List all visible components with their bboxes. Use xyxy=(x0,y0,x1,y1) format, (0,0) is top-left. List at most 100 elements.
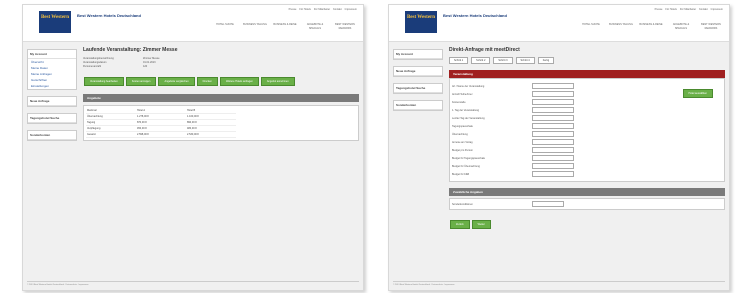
form-label: Budget für Übernachtung xyxy=(452,164,480,168)
top-nav-link[interactable]: Impressum xyxy=(711,8,723,11)
sidebar-box-title[interactable]: Neue Anfrage xyxy=(394,67,442,76)
page-title: Laufende Veranstaltung: Zimmer Messe xyxy=(83,47,178,53)
sidebar-box-title[interactable]: Sonderkonten xyxy=(394,101,442,110)
action-button[interactable]: Kosten anzeigen xyxy=(125,77,157,86)
sidebar-box-title[interactable]: My Account xyxy=(394,50,442,59)
form-row: 1. Tag der Veranstaltung xyxy=(452,107,722,113)
sidebar-box: Tagungshotel Suche xyxy=(27,113,77,124)
sidebar-box: My Account xyxy=(393,49,443,60)
form-input[interactable] xyxy=(532,155,574,161)
select-dropdown[interactable] xyxy=(532,201,564,207)
main-nav-item[interactable]: BEST WESTERN REWARDS xyxy=(333,23,357,31)
sidebar-box-title[interactable]: Tagungshotel Suche xyxy=(28,114,76,123)
sidebar: My Account Neue Anfrage Tagungshotel Suche… xyxy=(393,49,443,117)
form-row: Tagungspauschale xyxy=(452,123,722,129)
form-label: 1. Tag der Veranstaltung xyxy=(452,108,480,112)
sidebar-box: Sonderkonten xyxy=(393,100,443,111)
top-nav-link[interactable]: Für Mitarbeiter xyxy=(314,8,330,11)
top-nav: Presse Für Hotels Für Mitarbeiter Kontakt Im… xyxy=(655,8,723,11)
form-label: Tagungspauschale xyxy=(452,124,473,128)
field-list: Veranstaltungsbezeichnung Zimmer Messe Ver… xyxy=(83,57,359,68)
main-nav-item[interactable]: BUSINESS & REISE xyxy=(639,23,663,31)
field-row: Veranstaltungsbezeichnung Zimmer Messe xyxy=(83,57,359,60)
form-row: Art / Name der Veranstaltung xyxy=(452,83,722,89)
page-title: Direkt-Anfrage mit meetDirect xyxy=(449,47,520,53)
field-label: Veranstaltungsbezeichnung xyxy=(83,57,114,60)
sidebar-box-title[interactable]: My Account xyxy=(28,50,76,59)
sidebar-box: Neue Anfrage xyxy=(27,96,77,107)
top-nav-link[interactable]: Für Hotels xyxy=(665,8,677,11)
form-input[interactable] xyxy=(532,91,574,97)
form-input[interactable] xyxy=(532,107,574,113)
hotel-select-button[interactable]: Hotel auswählen xyxy=(682,89,713,98)
action-button[interactable]: Angebote vergleichen xyxy=(158,77,195,86)
form-input[interactable] xyxy=(532,99,574,105)
action-button[interactable]: Drucken xyxy=(196,77,218,86)
main-nav-item[interactable]: BUSINESS & REISE xyxy=(273,23,297,31)
header: Best Western Best Western Hotels Deutsch… xyxy=(389,5,729,42)
form-input[interactable] xyxy=(532,147,574,153)
select-label: Sonderkonditionen xyxy=(452,202,473,206)
step-tab[interactable]: Schritt 2 xyxy=(471,57,491,64)
action-button[interactable]: Weitere Hotels anfragen xyxy=(219,77,259,86)
top-nav-link[interactable]: Für Hotels xyxy=(299,8,311,11)
form-input[interactable] xyxy=(532,131,574,137)
form-row: Budget für F&B xyxy=(452,171,722,177)
top-nav-link[interactable]: Presse xyxy=(289,8,297,11)
form-label: Kostenstelle xyxy=(452,100,466,104)
field-label: Veranstaltungsdatum xyxy=(83,61,107,64)
form-row: Budget pro Person xyxy=(452,147,722,153)
sidebar-box-title[interactable]: Sonderkonten xyxy=(28,131,76,140)
step-tab[interactable]: Schritt 1 xyxy=(449,57,469,64)
top-nav-link[interactable]: Für Mitarbeiter xyxy=(680,8,696,11)
nav-button[interactable]: Zurück xyxy=(450,220,470,229)
action-button[interactable]: Angebot annehmen xyxy=(260,77,295,86)
form-input[interactable] xyxy=(532,139,574,145)
top-nav-link[interactable]: Presse xyxy=(655,8,663,11)
button-group: Zurück Weiter xyxy=(449,212,725,231)
select-row: Sonderkonditionen xyxy=(449,198,725,210)
table-cell: 2.530,00 € xyxy=(186,132,236,138)
form-input[interactable] xyxy=(532,123,574,129)
main-nav-item[interactable]: ANGEBOTE & SPECIALS xyxy=(303,23,327,31)
form-label: Übernachtung xyxy=(452,132,468,136)
table-cell: Gesamt xyxy=(86,132,136,138)
sidebar-box-title[interactable]: Tagungshotel Suche xyxy=(394,84,442,93)
top-nav-link[interactable]: Kontakt xyxy=(333,8,341,11)
sidebar-box-title[interactable]: Neue Anfrage xyxy=(28,97,76,106)
form-input[interactable] xyxy=(532,83,574,89)
sidebar-box: My Account Übersicht Meine Daten Meine Anfr… xyxy=(27,49,77,90)
step-tab[interactable]: Schritt 4 xyxy=(515,57,535,64)
section-header: Veranstaltung xyxy=(449,70,725,78)
field-value: Zimmer Messe xyxy=(143,57,160,60)
top-nav-link[interactable]: Impressum xyxy=(345,8,357,11)
step-tab[interactable]: Schritt 3 xyxy=(493,57,513,64)
main-nav-item[interactable]: BEST WESTERN REWARDS xyxy=(699,23,723,31)
form-input[interactable] xyxy=(532,171,574,177)
top-nav-link[interactable]: Kontakt xyxy=(699,8,707,11)
form-label: Art / Name der Veranstaltung xyxy=(452,84,485,88)
section-header: Angebote xyxy=(83,94,359,102)
main-nav-item[interactable]: BUSINESS TAGUNG xyxy=(609,23,633,31)
main-nav-item[interactable]: BUSINESS TAGUNG xyxy=(243,23,267,31)
logo[interactable]: Best Western xyxy=(405,11,437,33)
sidebar-item[interactable]: Einstellungen xyxy=(28,83,76,89)
logo[interactable]: Best Western xyxy=(39,11,71,33)
field-value: 01.01.2013 xyxy=(143,61,156,64)
request-form: Art / Name der Veranstaltung Anzahl Teiln… xyxy=(449,78,725,182)
field-value: 120 xyxy=(143,65,148,68)
step-tab[interactable]: Fertig xyxy=(537,57,555,64)
main-nav-item[interactable]: HOTEL SUCHE xyxy=(213,23,237,31)
sidebar-box: Sonderkonten xyxy=(27,130,77,141)
table-cell: 2.598,00 € xyxy=(136,132,186,138)
main-content: Direkt-Anfrage mit meetDirect Schritt 1S… xyxy=(449,43,725,231)
form-input[interactable] xyxy=(532,163,574,169)
main-nav-item[interactable]: ANGEBOTE & SPECIALS xyxy=(669,23,693,31)
form-row: Budget für Übernachtung xyxy=(452,163,722,169)
screenshot-stage: Best Western Best Western Hotels Deutsch… xyxy=(0,0,746,293)
footer: © 2013 Best Western Hotels Deutschland ·… xyxy=(393,281,725,286)
action-button[interactable]: Veranstaltung bearbeiten xyxy=(84,77,124,86)
form-input[interactable] xyxy=(532,115,574,121)
nav-button[interactable]: Weiter xyxy=(471,220,491,229)
main-nav-item[interactable]: HOTEL SUCHE xyxy=(579,23,603,31)
